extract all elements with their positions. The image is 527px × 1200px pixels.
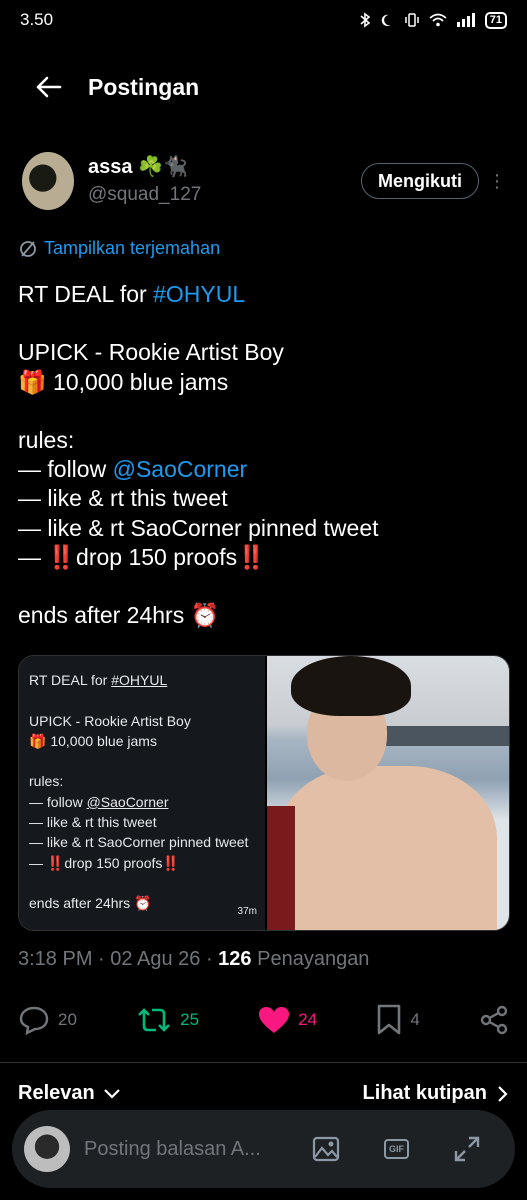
- show-translation-link[interactable]: Tampilkan terjemahan: [18, 238, 220, 259]
- hashtag-link[interactable]: #OHYUL: [153, 281, 245, 307]
- status-icons: 71: [359, 11, 507, 29]
- media-rules-label: rules:: [29, 773, 64, 790]
- photo-bridge: [382, 726, 509, 746]
- photo-person-hair: [291, 656, 411, 716]
- section-divider: [0, 1062, 527, 1063]
- arrow-left-icon: [36, 76, 62, 98]
- expand-icon[interactable]: [453, 1135, 481, 1163]
- sort-relevance-button[interactable]: Relevan: [18, 1082, 121, 1105]
- media-line-1-prefix: RT DEAL for: [29, 672, 112, 688]
- following-button[interactable]: Mengikuti: [361, 163, 479, 199]
- image-icon[interactable]: [312, 1136, 340, 1162]
- moon-icon: [381, 14, 391, 26]
- status-bar: 3.50 71: [0, 0, 527, 40]
- page-title: Postingan: [88, 73, 200, 100]
- bookmark-icon: [378, 1004, 401, 1035]
- tweet-rule-4: — ‼️drop 150 proofs‼️: [18, 543, 266, 570]
- author-handle[interactable]: @squad_127: [88, 184, 201, 206]
- gif-icon[interactable]: GIF: [384, 1139, 409, 1159]
- reply-input[interactable]: Posting balasan A...: [84, 1138, 312, 1161]
- bookmark-count: 4: [410, 1010, 420, 1029]
- media-line-2: UPICK - Rookie Artist Boy: [29, 712, 191, 729]
- retweet-button[interactable]: 25: [136, 1006, 199, 1034]
- media-line-3: 🎁 10,000 blue jams: [29, 732, 157, 749]
- tweet-rule-3: — like & rt SaoCorner pinned tweet: [18, 514, 379, 541]
- tweet-rule-2: — like & rt this tweet: [18, 485, 228, 512]
- reply-count: 20: [58, 1010, 77, 1029]
- media-screenshot[interactable]: RT DEAL for #OHYUL UPICK - Rookie Artist…: [19, 656, 265, 930]
- tweet-media: RT DEAL for #OHYUL UPICK - Rookie Artist…: [18, 655, 510, 931]
- tweet-timestamp: 3:18 PM · 02 Agu 26 · 126 Penayangan: [18, 948, 369, 971]
- views-label: Penayangan: [257, 948, 370, 970]
- vibrate-icon: [405, 13, 419, 27]
- like-button[interactable]: 24: [258, 1006, 317, 1034]
- status-time: 3.50: [20, 10, 54, 29]
- replies-sort-row: Relevan Lihat kutipan: [18, 1082, 509, 1105]
- battery-indicator: 71: [484, 11, 507, 29]
- retweet-icon: [138, 1008, 171, 1032]
- photo-person-body: [277, 766, 497, 930]
- media-ends: ends after 24hrs ⏰: [29, 895, 152, 912]
- bookmark-button[interactable]: 4: [376, 1004, 420, 1036]
- media-rule-1-prefix: — follow: [29, 793, 87, 810]
- tweet-ends: ends after 24hrs ⏰: [18, 602, 220, 629]
- wifi-icon: [429, 13, 447, 27]
- mention-link[interactable]: @SaoCorner: [113, 456, 248, 482]
- tweet-author: assa ☘️🐈‍⬛ @squad_127 Mengikuti ⋮: [18, 150, 509, 212]
- tweet-rule-1-prefix: — follow: [18, 456, 113, 483]
- bluetooth-icon: [360, 12, 371, 28]
- tweet-line-1-prefix: RT DEAL for: [18, 281, 154, 307]
- chevron-down-icon: [103, 1088, 120, 1099]
- tweet-line-3: 🎁 10,000 blue jams: [18, 368, 229, 395]
- media-rule-3: — like & rt SaoCorner pinned tweet: [29, 834, 249, 851]
- signal-icon: [456, 13, 475, 27]
- translate-icon: [20, 240, 36, 257]
- tweet-actions: 20 25 24 4: [18, 1000, 509, 1040]
- tweet-date: 02 Agu 26: [110, 948, 201, 970]
- reply-composer: Posting balasan A... GIF: [12, 1110, 515, 1188]
- sort-relevance-label: Relevan: [18, 1082, 95, 1104]
- author-name[interactable]: assa ☘️🐈‍⬛: [88, 154, 188, 179]
- share-button[interactable]: [479, 1005, 509, 1035]
- view-quotes-label: Lihat kutipan: [362, 1082, 487, 1104]
- more-vertical-icon: ⋮: [488, 170, 506, 191]
- tweet-time: 3:18 PM: [18, 948, 93, 970]
- reply-icon: [19, 1006, 49, 1035]
- media-hashtag: #OHYUL: [111, 672, 168, 688]
- media-photo[interactable]: [267, 656, 509, 930]
- tweet-body: RT DEAL for #OHYUL UPICK - Rookie Artist…: [18, 280, 518, 630]
- views-count[interactable]: 126: [218, 948, 251, 970]
- share-icon: [480, 1005, 508, 1035]
- media-rule-2: — like & rt this tweet: [29, 814, 157, 831]
- view-quotes-link[interactable]: Lihat kutipan: [363, 1082, 509, 1105]
- chevron-right-icon: [498, 1085, 508, 1102]
- more-options-button[interactable]: ⋮: [485, 163, 509, 199]
- user-avatar: [24, 1126, 70, 1172]
- translate-label: Tampilkan terjemahan: [44, 238, 221, 258]
- retweet-count: 25: [180, 1010, 200, 1029]
- media-timestamp: 37m: [237, 905, 257, 917]
- tweet-line-2: UPICK - Rookie Artist Boy: [18, 339, 284, 366]
- meta-separator: ·: [98, 948, 105, 970]
- back-button[interactable]: [18, 58, 78, 116]
- meta-separator-2: ·: [205, 948, 213, 970]
- heart-filled-icon: [259, 1007, 290, 1033]
- author-avatar[interactable]: [22, 152, 74, 210]
- reply-tools: GIF: [312, 1135, 481, 1163]
- top-app-bar: Postingan: [0, 58, 527, 116]
- media-rule-4: — ‼️drop 150 proofs‼️: [29, 854, 180, 871]
- media-mention: @SaoCorner: [86, 793, 169, 810]
- reply-button[interactable]: 20: [18, 1005, 77, 1035]
- tweet-rules-label: rules:: [18, 427, 75, 454]
- like-count: 24: [298, 1010, 318, 1029]
- photo-red-object: [267, 806, 295, 930]
